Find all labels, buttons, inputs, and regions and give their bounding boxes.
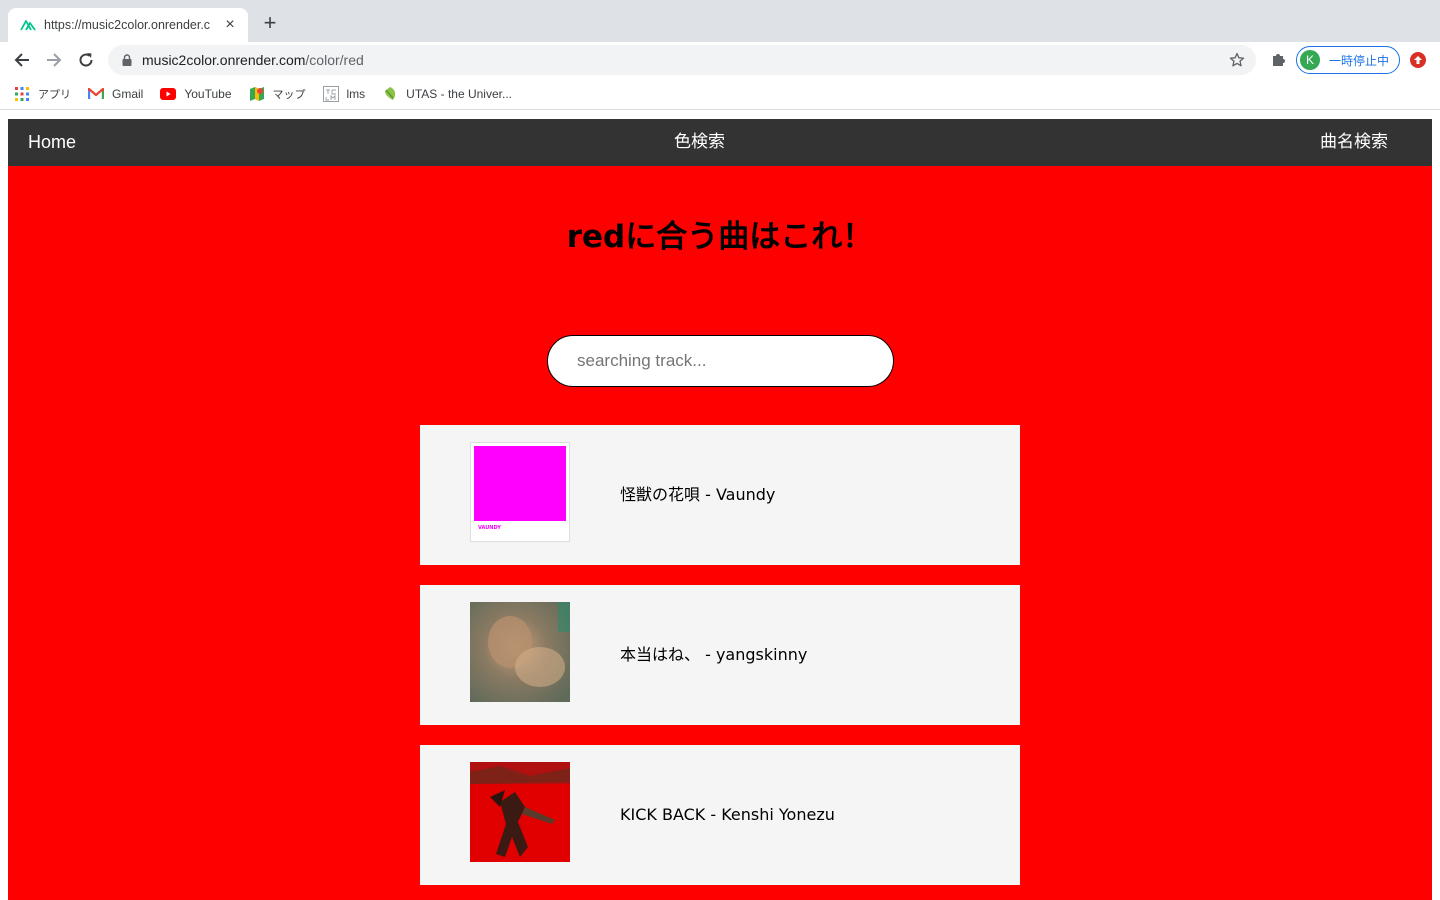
album-cover bbox=[470, 602, 570, 702]
lock-icon[interactable] bbox=[120, 53, 134, 67]
url-host: music2color.onrender.com bbox=[142, 52, 306, 68]
track-card[interactable]: KICK BACK - Kenshi Yonezu bbox=[420, 745, 1020, 885]
track-card[interactable]: 本当はね、 - yangskinny bbox=[420, 585, 1020, 725]
lms-icon bbox=[322, 85, 339, 102]
url-path: /color/red bbox=[305, 52, 364, 68]
maps-icon bbox=[249, 86, 265, 102]
bookmarks-bar: アプリ Gmail YouTube マップ lms UTAS - the Uni… bbox=[0, 78, 1440, 110]
nav-home-link[interactable]: Home bbox=[28, 119, 76, 166]
page-title: redに合う曲はこれ！ bbox=[566, 219, 874, 255]
bookmark-youtube[interactable]: YouTube bbox=[160, 86, 232, 102]
reload-icon[interactable] bbox=[74, 48, 98, 72]
nav-color-search-link[interactable]: 色検索 bbox=[674, 119, 725, 166]
close-tab-icon[interactable]: × bbox=[222, 17, 238, 33]
apps-grid-icon bbox=[14, 86, 30, 102]
nav-title-search-link[interactable]: 曲名検索 bbox=[1320, 119, 1388, 166]
new-tab-icon[interactable]: + bbox=[259, 12, 281, 35]
profile-button[interactable]: K 一時停止中 bbox=[1296, 46, 1400, 74]
album-cover: VAUNDY bbox=[470, 442, 570, 542]
bookmark-label: マップ bbox=[272, 87, 306, 101]
bookmark-maps[interactable]: マップ bbox=[249, 86, 306, 102]
url-text: music2color.onrender.com/color/red bbox=[142, 52, 364, 68]
bookmark-label: アプリ bbox=[38, 87, 71, 101]
bookmark-label: UTAS - the Univer... bbox=[406, 86, 512, 101]
bookmark-star-icon[interactable] bbox=[1228, 51, 1246, 69]
album-cover-text: VAUNDY bbox=[478, 525, 501, 531]
track-search-input[interactable] bbox=[547, 335, 894, 387]
bookmark-utas[interactable]: UTAS - the Univer... bbox=[382, 86, 512, 102]
youtube-icon bbox=[160, 86, 177, 102]
bookmark-label: Gmail bbox=[112, 86, 144, 101]
page-body: Home 色検索 曲名検索 redに合う曲はこれ！ VAUNDY 怪獣の花唄 -… bbox=[8, 119, 1432, 900]
bookmark-label: YouTube bbox=[184, 86, 232, 101]
bookmark-gmail[interactable]: Gmail bbox=[88, 86, 143, 102]
site-favicon-icon bbox=[20, 17, 36, 33]
profile-avatar: K bbox=[1300, 50, 1320, 70]
track-title: KICK BACK - Kenshi Yonezu bbox=[620, 805, 835, 824]
browser-toolbar: music2color.onrender.com/color/red K 一時停… bbox=[0, 42, 1440, 78]
bookmark-lms[interactable]: lms bbox=[322, 85, 366, 102]
active-tab[interactable]: https://music2color.onrender.c × bbox=[8, 8, 248, 42]
back-arrow-icon[interactable] bbox=[10, 48, 34, 72]
track-title: 怪獣の花唄 - Vaundy bbox=[620, 485, 776, 504]
utas-icon bbox=[382, 86, 398, 102]
extensions-puzzle-icon[interactable] bbox=[1268, 50, 1288, 70]
address-bar[interactable]: music2color.onrender.com/color/red bbox=[108, 45, 1256, 75]
gmail-icon bbox=[88, 86, 104, 102]
update-arrow-icon[interactable] bbox=[1410, 52, 1426, 68]
track-card[interactable]: VAUNDY 怪獣の花唄 - Vaundy bbox=[420, 425, 1020, 565]
profile-status-label: 一時停止中 bbox=[1329, 53, 1390, 68]
tab-title: https://music2color.onrender.c bbox=[44, 18, 211, 32]
bookmark-apps[interactable]: アプリ bbox=[14, 86, 71, 102]
tab-strip: https://music2color.onrender.c × + bbox=[0, 0, 1440, 42]
site-navbar: Home 色検索 曲名検索 bbox=[8, 119, 1432, 166]
bookmark-label: lms bbox=[346, 86, 366, 101]
track-title: 本当はね、 - yangskinny bbox=[620, 645, 808, 664]
forward-arrow-icon[interactable] bbox=[42, 48, 66, 72]
album-cover bbox=[470, 762, 570, 862]
